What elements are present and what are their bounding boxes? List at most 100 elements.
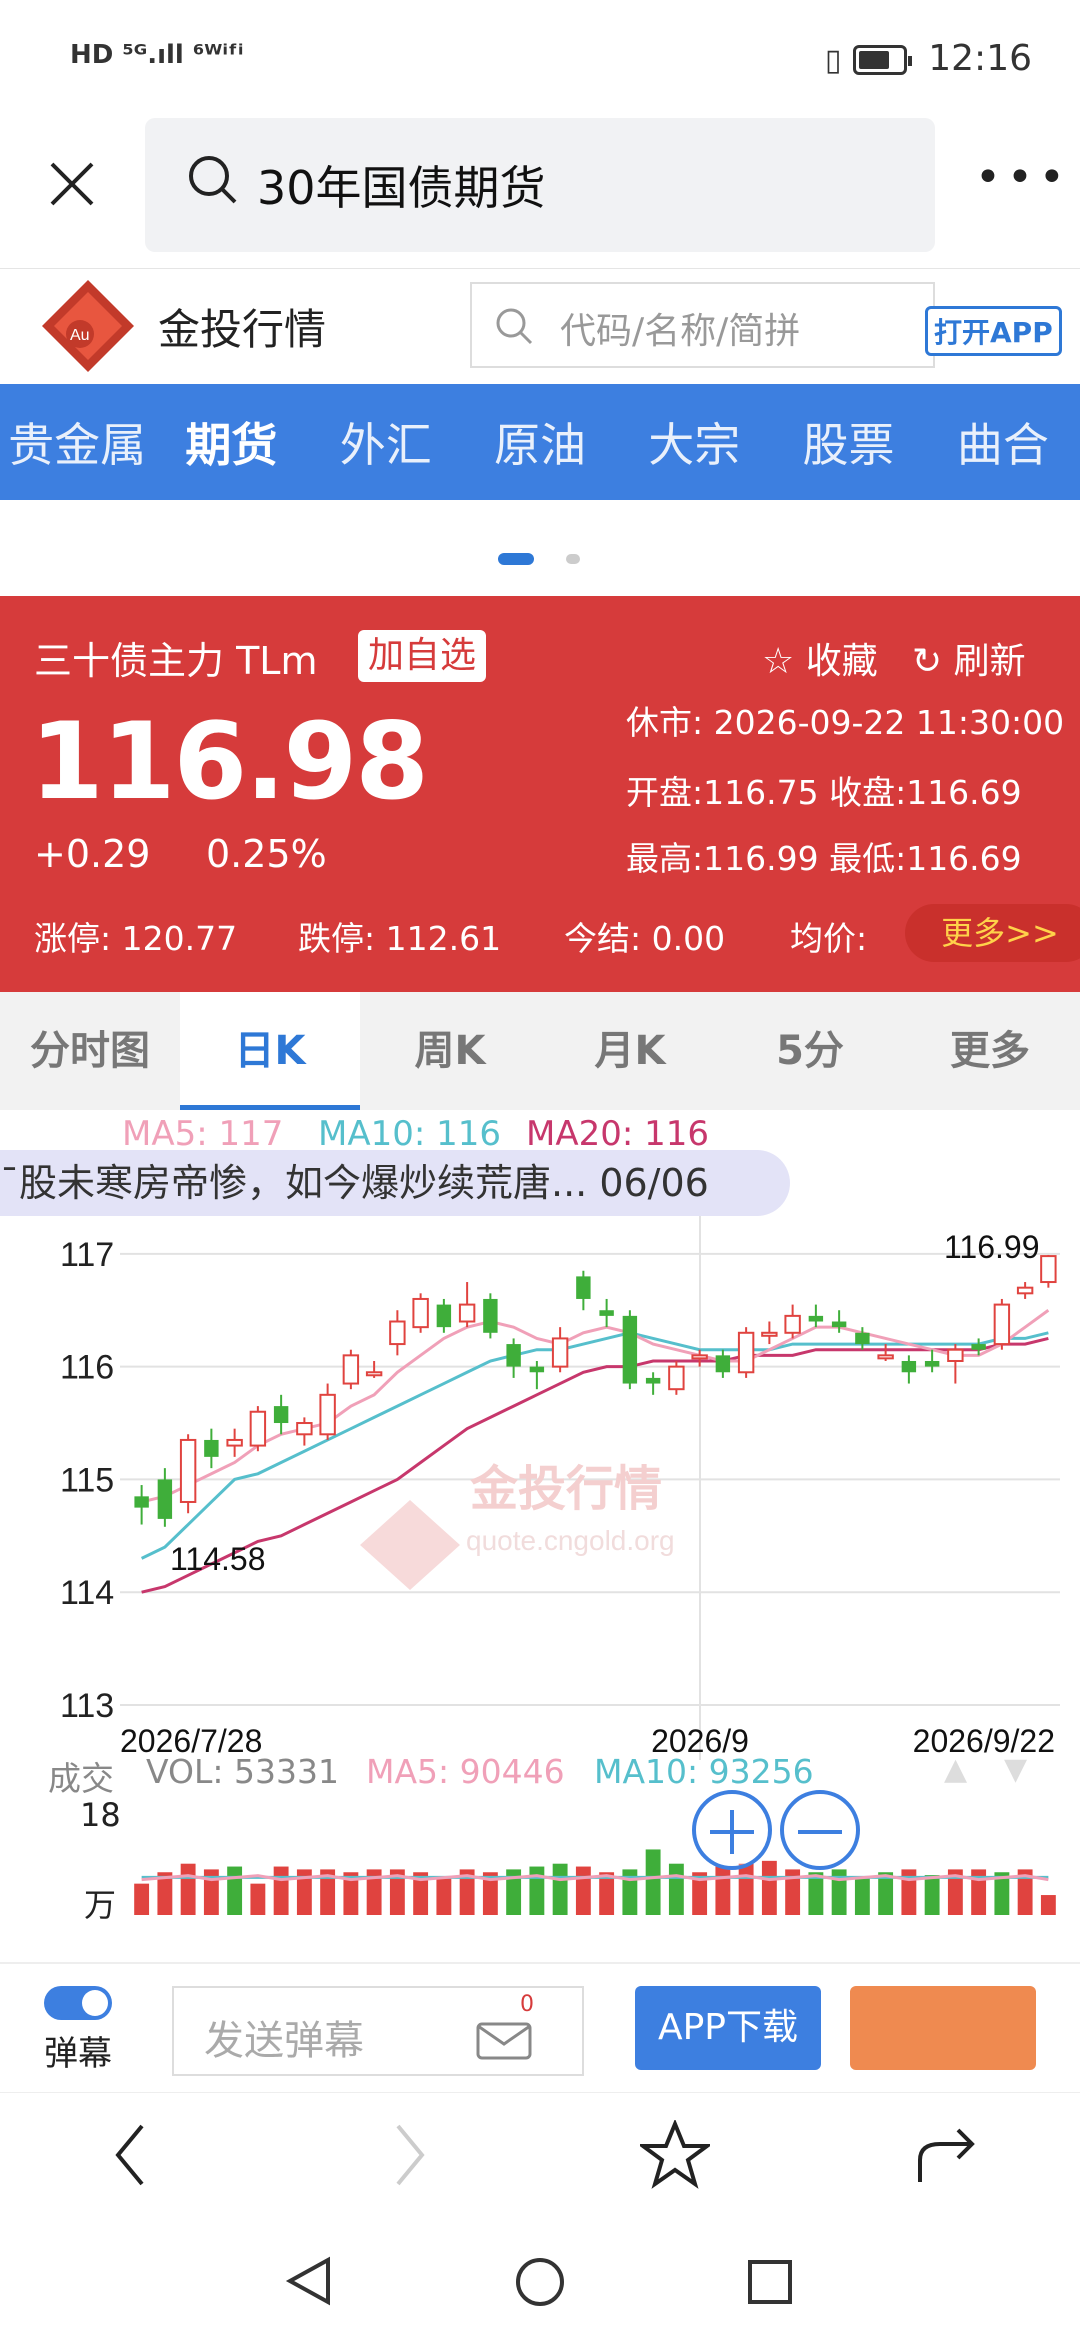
nav-item-curve[interactable]: 曲合	[926, 409, 1080, 475]
nav-recents-square-icon[interactable]	[746, 2258, 794, 2306]
tab-more[interactable]: 更多	[900, 992, 1080, 1110]
tab-daily-k[interactable]: 日K	[180, 992, 360, 1110]
watermark-text: 金投行情	[469, 1461, 662, 1517]
more-options-icon[interactable]: •••	[975, 156, 1071, 200]
vibrate-icon: ▯	[824, 43, 842, 78]
y-tick-label: 115	[60, 1461, 114, 1499]
nav-back-triangle-icon[interactable]	[284, 2256, 334, 2306]
star-icon: ☆	[762, 641, 795, 682]
orange-action-button[interactable]	[850, 1986, 1036, 2070]
high-low: 最高:116.99 最低:116.69	[626, 839, 1022, 878]
high-annotation: 116.99	[944, 1229, 1040, 1265]
candle-body	[249, 1410, 267, 1447]
refresh-icon: ↻	[912, 641, 943, 682]
tab-weekly-k[interactable]: 周K	[360, 992, 540, 1110]
contract-name: 三十债主力 TLm	[34, 639, 318, 683]
candle-body	[389, 1320, 406, 1346]
nav-item-precious-metals[interactable]: 贵金属	[0, 409, 154, 475]
nav-item-commodities[interactable]: 大宗	[617, 409, 771, 475]
candle-body	[483, 1298, 498, 1333]
tab-monthly-k[interactable]: 月K	[540, 992, 720, 1110]
scroll-down-icon[interactable]: ▼	[1004, 1752, 1027, 1787]
scroll-up-icon[interactable]: ▲	[944, 1752, 967, 1787]
site-search-input[interactable]: 代码/名称/简拼	[470, 282, 935, 368]
nav-item-crude-oil[interactable]: 原油	[463, 409, 617, 475]
candle-body	[831, 1321, 847, 1328]
candlestick-chart[interactable]: 117 116 115 114 113 金投行情 quote.cngold.org 116.9…	[0, 1200, 1080, 1760]
share-icon[interactable]	[912, 2120, 982, 2190]
candle-body	[691, 1354, 708, 1360]
volume-bar	[250, 1883, 266, 1915]
page-dot-active	[498, 553, 534, 565]
close-icon[interactable]	[48, 160, 96, 208]
candle-body	[576, 1276, 591, 1299]
limit-up: 涨停: 120.77	[34, 919, 238, 958]
bookmark-star-icon[interactable]	[640, 2120, 710, 2190]
volume-chart	[134, 1849, 1056, 1915]
envelope-icon[interactable]	[474, 2012, 538, 2062]
app-download-button[interactable]: APP下载	[635, 1986, 821, 2070]
candle-body	[622, 1315, 638, 1384]
volume-bar	[227, 1866, 243, 1915]
url-bar[interactable]: 30年国债期货	[145, 118, 935, 252]
candle-body	[506, 1344, 521, 1367]
candle-body	[645, 1377, 661, 1384]
nav-item-futures[interactable]: 期货	[154, 409, 308, 475]
open-app-button[interactable]: 打开APP	[925, 306, 1062, 356]
nav-item-forex[interactable]: 外汇	[309, 409, 463, 475]
price-change: +0.29	[34, 832, 151, 876]
status-right: ▯ 12:16	[825, 38, 1032, 79]
candle-body	[412, 1297, 429, 1329]
zoom-in-button[interactable]	[692, 1790, 772, 1870]
battery-icon	[852, 45, 912, 75]
tab-5min[interactable]: 5分	[720, 992, 900, 1110]
watermark-logo	[360, 1500, 460, 1590]
add-watchlist-button[interactable]: 加自选	[358, 630, 487, 682]
candle-body	[993, 1303, 1011, 1346]
open-close: 开盘:116.75 收盘:116.69	[626, 773, 1022, 812]
ma20-legend: MA20: 116	[526, 1114, 710, 1154]
price-change-pct: 0.25%	[206, 832, 327, 876]
message-badge: 0	[520, 1992, 534, 2017]
candle-body	[436, 1304, 452, 1328]
volume-bar	[854, 1877, 870, 1915]
y-tick-label: 117	[60, 1236, 114, 1274]
volume-bar	[1040, 1895, 1056, 1915]
candle-body	[737, 1331, 755, 1374]
candle-body	[134, 1496, 149, 1508]
volume-bar	[552, 1863, 568, 1915]
market-status: 休市: 2026-09-22 11:30:00	[626, 703, 1065, 742]
more-button[interactable]: 更多>>	[905, 904, 1080, 962]
nav-home-circle-icon[interactable]	[514, 2256, 566, 2308]
volume-ma5: MA5: 90446	[366, 1752, 565, 1791]
candle-body	[458, 1303, 476, 1323]
chart-tabs: 分时图 日K 周K 月K 5分 更多	[0, 992, 1080, 1110]
candle-body	[599, 1310, 614, 1316]
tab-intraday[interactable]: 分时图	[0, 992, 180, 1110]
candle-body	[947, 1348, 964, 1362]
candle-body	[226, 1438, 243, 1447]
volume-bar	[715, 1866, 731, 1915]
candle-body	[784, 1314, 801, 1334]
refresh-label: 刷新	[953, 641, 1026, 682]
danmaku-toggle[interactable]	[44, 1986, 112, 2020]
volume-bar	[575, 1866, 591, 1915]
danmaku-message[interactable]: ˉ股未寒房帝惨，如今爆炒续荒唐... 06/06	[0, 1150, 790, 1216]
volume-bar	[273, 1866, 289, 1915]
candle-body	[319, 1393, 336, 1436]
refresh-button[interactable]: ↻ 刷新	[912, 632, 1026, 684]
average-price: 均价:	[790, 919, 868, 958]
candle-body	[924, 1360, 940, 1367]
candle-body	[551, 1337, 569, 1368]
page-indicator	[0, 500, 1080, 596]
forward-icon[interactable]	[390, 2120, 430, 2190]
zoom-out-button[interactable]	[780, 1790, 860, 1870]
candle-body	[877, 1354, 894, 1360]
search-placeholder: 代码/名称/简拼	[560, 311, 801, 352]
danmaku-input[interactable]: 发送弹幕 0	[172, 1986, 584, 2076]
url-query: 30年国债期货	[257, 161, 546, 215]
nav-item-stocks[interactable]: 股票	[771, 409, 925, 475]
favorite-button[interactable]: ☆ 收藏	[762, 632, 878, 684]
status-bar: HD ⁵ᴳ.ıll ⁶ᵂⁱᶠⁱ ▯ 12:16	[0, 0, 1080, 120]
back-icon[interactable]	[110, 2120, 150, 2190]
